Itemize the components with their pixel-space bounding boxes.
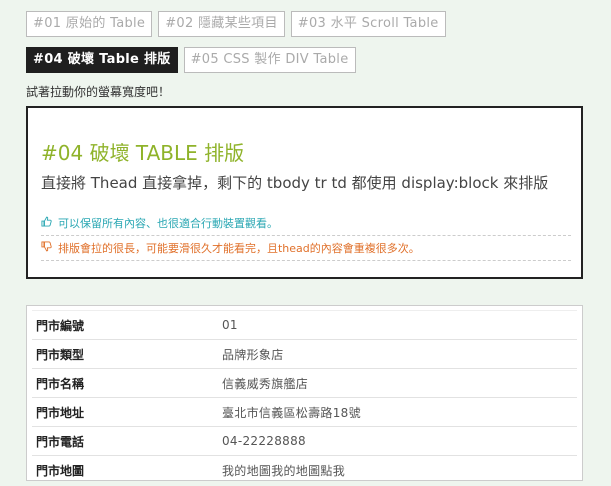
row-value: 品牌形象店: [222, 347, 284, 362]
row-value: 信義威秀旗艦店: [222, 376, 309, 391]
tab-04-break-table[interactable]: #04 破壞 Table 排版: [26, 47, 178, 73]
pro-note: 可以保留所有內容、也很適合行動裝置觀看。: [41, 216, 571, 236]
info-box: #04 破壞 TABLE 排版 直接將 Thead 直接拿掉，剩下的 tbody…: [26, 106, 583, 279]
tab-02-hide-items[interactable]: #02 隱藏某些項目: [158, 11, 285, 37]
con-text: 排版會拉的很長，可能要滑很久才能看完，且thead的內容會重複很多次。: [58, 242, 420, 255]
tab-01-original-table[interactable]: #01 原始的 Table: [26, 11, 153, 37]
pro-text: 可以保留所有內容、也很適合行動裝置觀看。: [58, 217, 278, 230]
info-title: #04 破壞 TABLE 排版: [41, 141, 245, 165]
row-label: 門市地圖: [36, 463, 85, 478]
table-row: 門市地圖 我的地圖我的地圖點我: [32, 455, 577, 484]
row-value: 臺北市信義區松壽路18號: [222, 405, 361, 420]
table-row: 門市名稱 信義威秀旗艦店: [32, 368, 577, 397]
thumbs-up-icon: [41, 216, 52, 232]
row-value[interactable]: 我的地圖我的地圖點我: [222, 462, 345, 479]
row-label: 門市類型: [36, 347, 85, 362]
table-row: 門市編號 01: [32, 310, 577, 339]
tabs-row-2: #04 破壞 Table 排版 #05 CSS 製作 DIV Table: [26, 47, 356, 73]
info-description: 直接將 Thead 直接拿掉，剩下的 tbody tr td 都使用 displ…: [41, 174, 549, 192]
thumbs-down-icon: [41, 241, 52, 257]
table-row: 門市類型 品牌形象店: [32, 339, 577, 368]
resize-hint: 試著拉動你的螢幕寬度吧！: [26, 85, 171, 99]
store-table: 門市編號 01 門市類型 品牌形象店 門市名稱 信義威秀旗艦店 門市地址 臺北市…: [26, 305, 583, 481]
row-label: 門市地址: [36, 405, 85, 420]
con-note: 排版會拉的很長，可能要滑很久才能看完，且thead的內容會重複很多次。: [41, 241, 571, 261]
tabs-row-1: #01 原始的 Table #02 隱藏某些項目 #03 水平 Scroll T…: [26, 11, 446, 37]
table-row: 門市地址 臺北市信義區松壽路18號: [32, 397, 577, 426]
row-value: 04-22228888: [222, 434, 306, 448]
tab-05-css-div-table[interactable]: #05 CSS 製作 DIV Table: [183, 47, 356, 73]
row-value: 01: [222, 318, 238, 332]
table-row: 門市電話 04-22228888: [32, 426, 577, 455]
row-label: 門市名稱: [36, 376, 85, 391]
tab-03-horizontal-scroll[interactable]: #03 水平 Scroll Table: [290, 11, 446, 37]
row-label: 門市電話: [36, 434, 85, 449]
row-label: 門市編號: [36, 318, 85, 333]
